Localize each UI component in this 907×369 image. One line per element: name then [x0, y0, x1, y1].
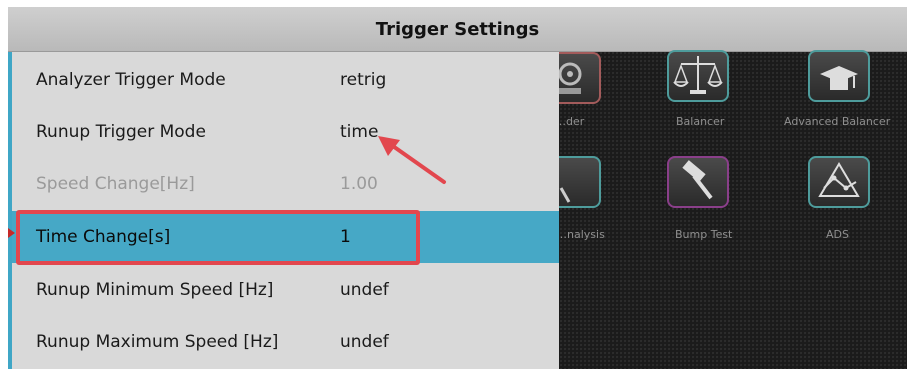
setting-runup-minimum-speed[interactable]: Runup Minimum Speed [Hz] undef	[12, 264, 559, 316]
app-label-analysis: …nalysis	[556, 228, 605, 241]
setting-value: retrig	[340, 70, 387, 90]
setting-label: Analyzer Trigger Mode	[36, 70, 226, 90]
setting-label: Runup Maximum Speed [Hz]	[36, 332, 279, 352]
app-label-ads: ADS	[826, 228, 849, 241]
balance-scale-icon	[673, 56, 723, 94]
app-label-recorder: …der	[555, 115, 585, 128]
setting-runup-trigger-mode[interactable]: Runup Trigger Mode time	[12, 106, 559, 158]
annotation-highlight-box	[16, 210, 420, 265]
hammer-icon	[682, 160, 713, 200]
setting-analyzer-trigger-mode[interactable]: Analyzer Trigger Mode retrig	[12, 54, 559, 106]
setting-runup-maximum-speed[interactable]: Runup Maximum Speed [Hz] undef	[12, 316, 559, 368]
annotation-arrow-icon	[378, 136, 446, 184]
setting-label: Runup Trigger Mode	[36, 122, 206, 142]
ads-graph-icon	[818, 162, 860, 197]
window-title: Trigger Settings	[375, 19, 540, 40]
setting-value: undef	[340, 280, 389, 300]
selected-row-indicator	[8, 228, 15, 238]
app-tile-balancer[interactable]	[667, 50, 729, 102]
graduation-scale-icon	[820, 66, 858, 90]
app-label-bump-test: Bump Test	[675, 228, 733, 241]
app-label-advanced-balancer: Advanced Balancer	[784, 115, 891, 128]
app-tile-ads[interactable]	[808, 156, 870, 208]
app-label-balancer: Balancer	[676, 115, 725, 128]
app-tile-advanced-balancer[interactable]	[808, 50, 870, 102]
setting-label: Speed Change[Hz]	[36, 174, 195, 194]
setting-speed-change: Speed Change[Hz] 1.00	[12, 158, 559, 210]
title-bar: Trigger Settings	[8, 7, 907, 52]
app-tile-bump-test[interactable]	[667, 156, 729, 208]
screenshot-frame: Trigger Settings …der Balancer Advanced …	[0, 0, 907, 369]
setting-label: Runup Minimum Speed [Hz]	[36, 280, 274, 300]
setting-value: undef	[340, 332, 389, 352]
